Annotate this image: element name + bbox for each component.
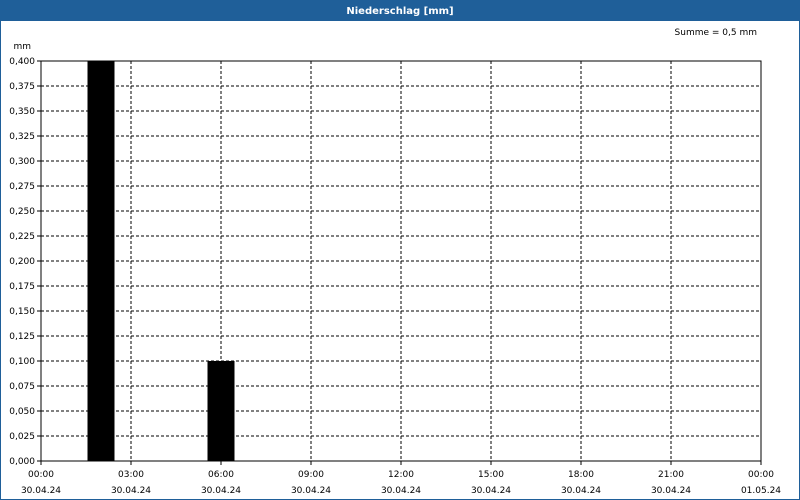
x-tick-date-label: 30.04.24 [381,486,421,496]
precipitation-bar [87,61,115,461]
x-tick-time-label: 06:00 [208,470,234,480]
x-tick-time-label: 00:00 [748,470,774,480]
y-tick-label: 0,075 [9,382,35,392]
y-tick-label: 0,275 [9,182,35,192]
x-tick-date-label: 30.04.24 [651,486,691,496]
chart-window: Niederschlag [mm] 0,000 0,025 0,050 0,075 0,… [0,0,800,500]
y-tick-label: 0,325 [9,132,35,142]
precipitation-bar [207,361,235,461]
x-tick-date-label: 30.04.24 [201,486,241,496]
y-tick-label: 0,175 [9,282,35,292]
y-axis-unit-label: mm [13,42,31,52]
precipitation-chart: 0,000 0,025 0,050 0,075 0,100 0,125 0,150 0,175… [9,28,781,496]
y-tick-label: 0,150 [9,307,35,317]
x-tick-time-label: 09:00 [298,470,324,480]
x-tick-time-label: 12:00 [388,470,414,480]
y-tick-label: 0,350 [9,107,35,117]
x-tick-time-label: 03:00 [118,470,144,480]
y-tick-label: 0,300 [9,157,35,167]
y-tick-label: 0,000 [9,457,35,467]
y-tick-label: 0,050 [9,407,35,417]
y-tick-label: 0,200 [9,257,35,267]
x-tick-time-label: 18:00 [568,470,594,480]
y-tick-label: 0,225 [9,232,35,242]
x-tick-date-label: 30.04.24 [21,486,61,496]
y-tick-label: 0,125 [9,332,35,342]
y-tick-label: 0,025 [9,432,35,442]
x-tick-date-label: 30.04.24 [471,486,511,496]
y-tick-label: 0,250 [9,207,35,217]
chart-title: Niederschlag [mm] [1,1,799,21]
sum-label: Summe = 0,5 mm [675,28,757,38]
y-tick-label: 0,100 [9,357,35,367]
x-tick-date-label: 30.04.24 [291,486,331,496]
y-tick-label: 0,400 [9,57,35,67]
x-tick-date-label: 01.05.24 [741,486,781,496]
x-tick-time-label: 00:00 [28,470,54,480]
x-tick-time-label: 21:00 [658,470,684,480]
x-tick-time-label: 15:00 [478,470,504,480]
y-tick-label: 0,375 [9,82,35,92]
x-tick-date-label: 30.04.24 [111,486,151,496]
x-tick-date-label: 30.04.24 [561,486,601,496]
